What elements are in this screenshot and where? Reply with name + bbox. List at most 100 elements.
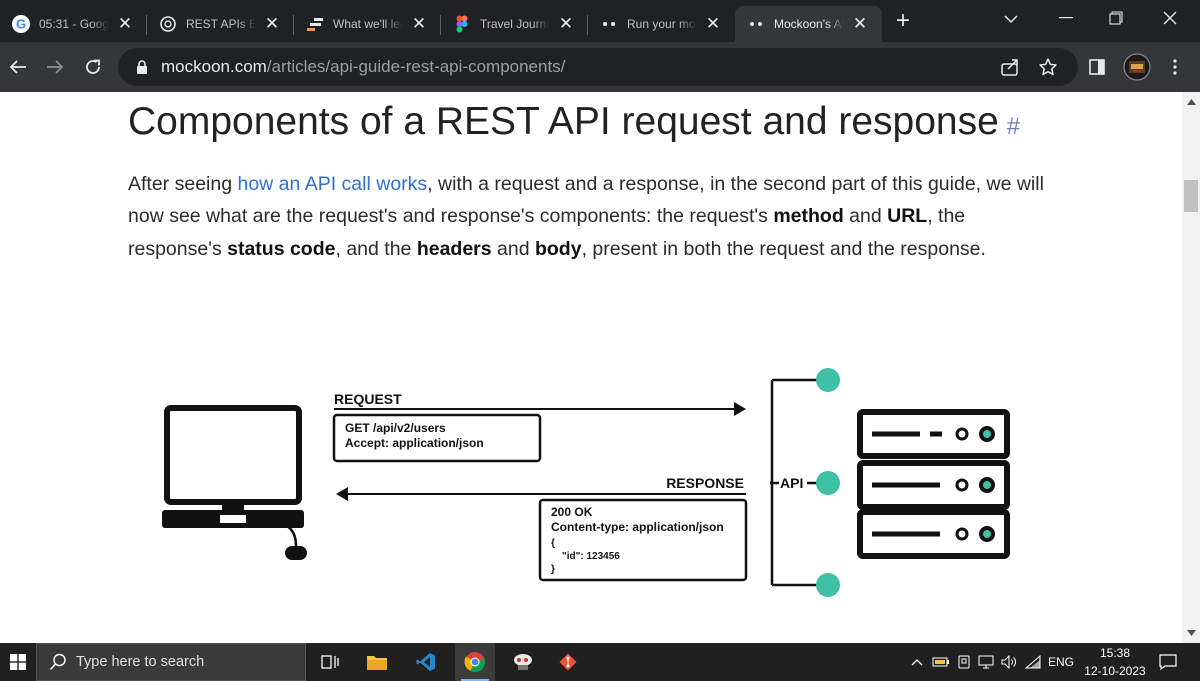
tab-google[interactable]: G 05:31 - Google ✕ [0, 6, 147, 42]
tab-what-we-learn[interactable]: What we'll learn ✕ [294, 6, 441, 42]
tab-mockoon-api[interactable]: Mockoon's API ✕ [735, 6, 882, 42]
response-body-close: } [551, 564, 555, 575]
teal-dot [816, 573, 840, 597]
teal-dot [816, 368, 840, 392]
chatgpt-icon [159, 15, 177, 33]
side-panel-button[interactable] [1082, 52, 1112, 82]
vscode-button[interactable] [409, 643, 443, 681]
vscode-icon [416, 653, 435, 671]
tab-strip: G 05:31 - Google ✕ REST APIs Explained ✕… [0, 0, 1200, 42]
google-icon: G [12, 15, 30, 33]
scroll-up-icon[interactable] [1182, 94, 1200, 110]
forward-button[interactable] [40, 52, 70, 82]
response-header-line: Content-type: application/json [551, 520, 724, 534]
tab-rest-apis[interactable]: REST APIs Explained ✕ [147, 6, 294, 42]
arrow-right-icon [47, 60, 64, 74]
display-status[interactable] [976, 643, 996, 681]
device-icon [958, 655, 970, 669]
url-text: mockoon.com/articles/api-guide-rest-api-… [161, 57, 565, 77]
server-icon [857, 409, 1010, 559]
figma-icon [453, 15, 471, 33]
chrome-button[interactable] [455, 643, 495, 681]
response-status-line: 200 OK [551, 505, 593, 519]
language-indicator[interactable]: ENG [1046, 655, 1076, 669]
request-label: REQUEST [334, 391, 402, 407]
page-content: Components of a REST API request and res… [0, 92, 1182, 643]
minimize-icon [1059, 17, 1073, 19]
search-placeholder: Type here to search [76, 654, 205, 670]
url-domain: mockoon.com [161, 57, 267, 76]
git-button[interactable] [550, 643, 586, 681]
lock-icon [136, 60, 148, 79]
more-vertical-icon [1173, 59, 1177, 75]
tab-run-mock[interactable]: Run your mock ✕ [588, 6, 735, 42]
clock-time[interactable]: 15:38 [1080, 646, 1150, 660]
battery-icon [932, 657, 949, 667]
tab-search-button[interactable] [996, 6, 1026, 32]
tab-title: What we'll learn [333, 17, 403, 31]
wifi-icon [1025, 655, 1041, 669]
close-tab-icon[interactable]: ✕ [850, 14, 870, 34]
tab-title: Mockoon's API [774, 17, 844, 31]
tab-travel-journal[interactable]: Travel Journal ✕ [441, 6, 588, 42]
bookmark-star-icon[interactable] [1036, 55, 1060, 79]
vertical-scrollbar[interactable] [1182, 92, 1200, 643]
search-icon [49, 653, 66, 671]
chrome-icon [464, 652, 486, 673]
app-icon [514, 654, 532, 670]
computer-icon [162, 405, 307, 560]
arrow-left-icon [9, 60, 26, 74]
tab-title: Run your mock [627, 17, 697, 31]
battery-status[interactable] [930, 643, 952, 681]
close-tab-icon[interactable]: ✕ [409, 14, 429, 34]
minimize-button[interactable] [1046, 4, 1086, 32]
request-method-line: GET /api/v2/users [345, 421, 446, 435]
profile-button[interactable] [1120, 50, 1154, 84]
chevron-down-icon [1004, 14, 1018, 23]
reload-icon [86, 59, 100, 74]
scroll-down-icon[interactable] [1182, 625, 1200, 641]
request-response-diagram: REQUEST GET /api/v2/users Accept: applic… [162, 368, 1010, 597]
volume-icon [1001, 655, 1016, 669]
share-icon[interactable] [998, 55, 1022, 79]
scrollbar-thumb[interactable] [1184, 180, 1198, 212]
scrimba-icon [306, 15, 324, 33]
chevron-up-icon [911, 658, 923, 665]
side-panel-icon [1089, 59, 1105, 75]
volume-button[interactable] [998, 643, 1020, 681]
request-header-line: Accept: application/json [345, 436, 484, 450]
close-window-button[interactable] [1150, 4, 1190, 32]
restore-icon [1109, 11, 1123, 25]
teal-dot [816, 471, 840, 495]
device-status[interactable] [954, 643, 974, 681]
browser-toolbar: mockoon.com/articles/api-guide-rest-api-… [0, 42, 1200, 92]
close-tab-icon[interactable]: ✕ [703, 14, 723, 34]
menu-button[interactable] [1160, 52, 1190, 82]
close-tab-icon[interactable]: ✕ [556, 14, 576, 34]
task-view-button[interactable] [313, 643, 347, 681]
response-label: RESPONSE [666, 475, 744, 491]
tab-title: REST APIs Explained [186, 17, 256, 31]
response-body-open: { [551, 538, 555, 549]
taskbar-search[interactable]: Type here to search [36, 643, 306, 681]
close-tab-icon[interactable]: ✕ [262, 14, 282, 34]
windows-icon [10, 654, 26, 670]
request-arrow-head [734, 402, 746, 416]
close-icon [1163, 11, 1177, 25]
task-view-icon [321, 655, 339, 669]
show-hidden-icons[interactable] [908, 643, 926, 681]
clock-date[interactable]: 12-10-2023 [1080, 664, 1150, 678]
close-tab-icon[interactable]: ✕ [115, 14, 135, 34]
new-tab-button[interactable]: + [890, 7, 916, 34]
tab-title: Travel Journal [480, 17, 550, 31]
start-button[interactable] [0, 643, 36, 681]
reload-button[interactable] [78, 52, 108, 82]
file-explorer-button[interactable] [360, 643, 394, 681]
wifi-button[interactable] [1022, 643, 1044, 681]
notifications-button[interactable] [1156, 643, 1180, 681]
restore-button[interactable] [1096, 4, 1136, 32]
back-button[interactable] [3, 52, 33, 82]
address-bar[interactable]: mockoon.com/articles/api-guide-rest-api-… [118, 48, 1078, 86]
api-label: API [780, 475, 803, 491]
app-button[interactable] [505, 643, 541, 681]
